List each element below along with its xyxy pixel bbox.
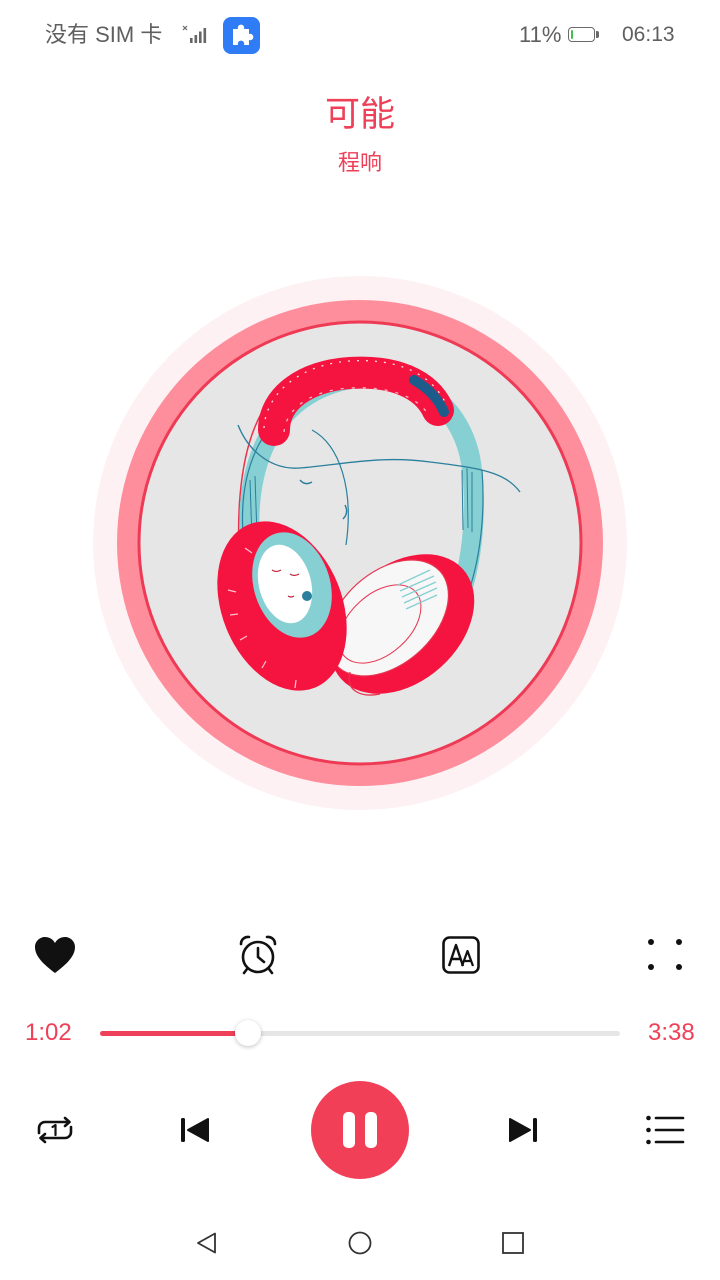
song-artist[interactable]: 程响 [0, 148, 720, 178]
pause-icon-bar-right [365, 1112, 377, 1148]
album-art[interactable] [93, 276, 627, 810]
progress-fill [100, 1031, 248, 1036]
text-size-icon[interactable] [442, 936, 480, 974]
puzzle-icon [233, 24, 254, 45]
battery-icon [568, 27, 595, 42]
playlist-icon[interactable] [645, 1114, 685, 1146]
signal-icon [182, 25, 207, 43]
music-player-screen: 没有 SIM 卡 11% 06:13 可能 程响 1:02 3:38 [0, 0, 720, 1280]
app-notification-icon [223, 17, 260, 54]
clock: 06:13 [622, 23, 675, 46]
skip-next-icon[interactable] [507, 1116, 539, 1144]
pause-button[interactable] [311, 1081, 409, 1179]
battery-percent: 11% [519, 22, 562, 47]
recents-square-icon[interactable] [502, 1232, 524, 1254]
more-dots-icon[interactable] [645, 935, 685, 975]
carrier-label: 没有 SIM 卡 [45, 22, 163, 47]
heart-icon[interactable] [33, 935, 77, 975]
progress-track[interactable] [100, 1031, 620, 1036]
battery-level-fill [570, 29, 573, 39]
total-duration: 3:38 [648, 1019, 695, 1046]
pause-icon-bar-left [343, 1112, 355, 1148]
skip-previous-icon[interactable] [179, 1116, 211, 1144]
elapsed-time: 1:02 [25, 1019, 72, 1046]
home-circle-icon[interactable] [348, 1231, 372, 1255]
repeat-one-icon[interactable] [34, 1114, 76, 1146]
battery-tip [596, 31, 599, 38]
progress-thumb[interactable] [234, 1020, 261, 1046]
alarm-clock-icon[interactable] [237, 934, 279, 976]
song-title: 可能 [324, 95, 395, 134]
back-triangle-icon[interactable] [195, 1231, 219, 1255]
